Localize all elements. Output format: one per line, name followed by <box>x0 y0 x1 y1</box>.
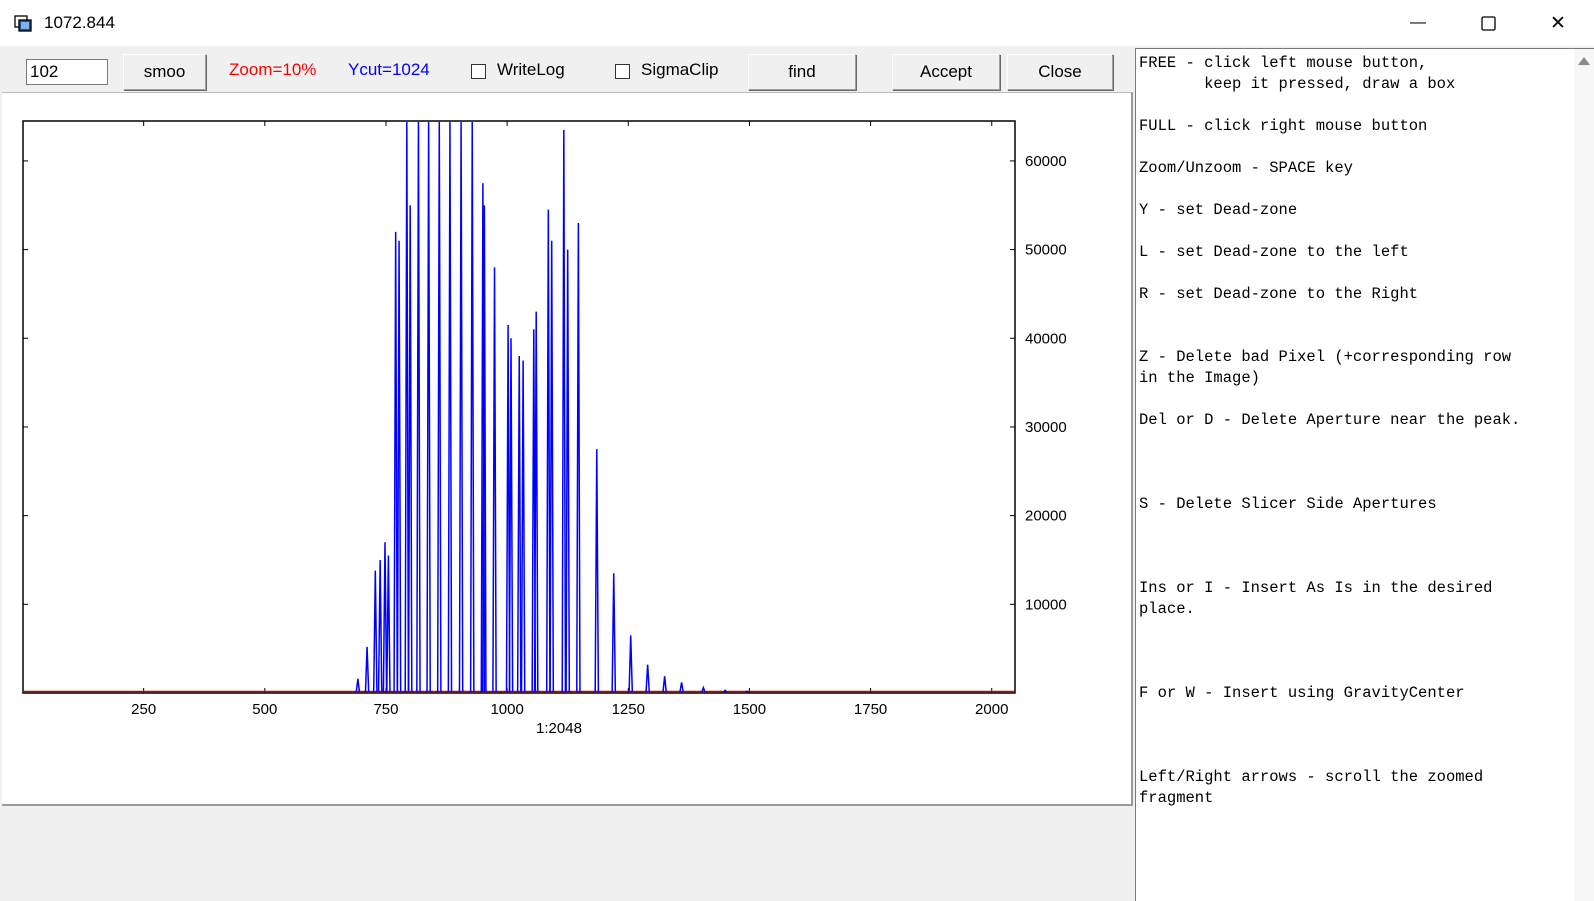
x-tick-label: 1750 <box>854 701 887 718</box>
sigmaclip-label[interactable]: SigmaClip <box>641 60 718 80</box>
x-tick-label: 250 <box>131 701 156 718</box>
x-tick-label: 750 <box>373 701 398 718</box>
app-icon <box>14 15 32 32</box>
y-tick-label: 40000 <box>1025 330 1067 347</box>
y-tick-label: 20000 <box>1025 508 1067 525</box>
close-icon: ✕ <box>1550 12 1566 34</box>
minimize-icon: — <box>1410 14 1426 31</box>
find-button[interactable]: find <box>748 54 856 90</box>
y-tick-label: 10000 <box>1025 596 1067 613</box>
y-tick-label: 60000 <box>1025 153 1067 170</box>
maximize-button[interactable] <box>1455 0 1521 46</box>
y-tick-label: 30000 <box>1025 419 1067 436</box>
spectrum-peak <box>745 690 749 693</box>
value-input[interactable] <box>26 59 108 85</box>
x-tick-label: 1000 <box>490 701 523 718</box>
scroll-up-icon[interactable] <box>1578 57 1590 65</box>
close-button[interactable]: Close <box>1007 54 1113 90</box>
spectrum-chart[interactable]: 250 500 750 1000 1250 1500 1750 2000 10000 20000 3… <box>2 93 1129 803</box>
help-panel[interactable]: FREE - click left mouse button, keep it … <box>1135 48 1594 901</box>
close-window-button[interactable]: ✕ <box>1525 0 1591 46</box>
x-tick-label: 1250 <box>612 701 645 718</box>
ycut-label: Ycut=1024 <box>348 60 430 79</box>
x-axis-label: 1:2048 <box>536 720 582 737</box>
maximize-icon <box>1480 15 1496 31</box>
window-title: 1072.844 <box>44 13 115 32</box>
smoo-button[interactable]: smoo <box>123 54 206 90</box>
client-area: smoo Zoom=10% Ycut=1024 WriteLog SigmaCl… <box>0 46 1594 901</box>
writelog-label[interactable]: WriteLog <box>497 60 565 80</box>
x-tick-label: 500 <box>252 701 277 718</box>
title-bar: 1072.844 — ✕ <box>0 0 1594 46</box>
sigmaclip-checkbox[interactable] <box>615 64 630 79</box>
x-tick-label: 2000 <box>975 701 1008 718</box>
zoom-label: Zoom=10% <box>229 60 317 79</box>
vertical-scrollbar[interactable] <box>1574 49 1594 901</box>
minimize-button[interactable]: — <box>1385 0 1451 46</box>
x-tick-label: 1500 <box>733 701 766 718</box>
writelog-checkbox[interactable] <box>471 64 486 79</box>
accept-button[interactable]: Accept <box>892 54 1000 90</box>
y-tick-label: 50000 <box>1025 242 1067 259</box>
help-text: FREE - click left mouse button, keep it … <box>1139 54 1521 807</box>
plot-panel[interactable]: 250 500 750 1000 1250 1500 1750 2000 10000 20000 3… <box>2 92 1133 806</box>
